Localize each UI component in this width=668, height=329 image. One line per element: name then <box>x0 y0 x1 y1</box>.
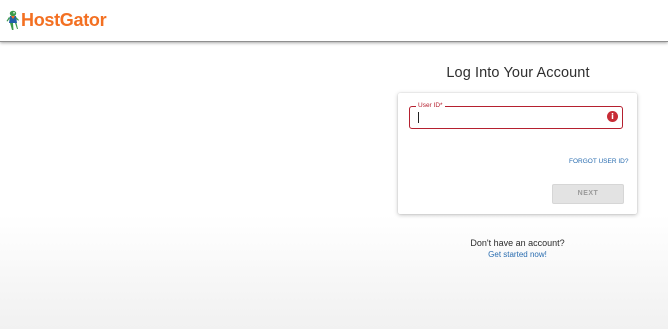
signup-section: Don't have an account? Get started now! <box>398 237 637 260</box>
site-header: HostGator <box>0 0 668 42</box>
user-id-label: User ID* <box>416 101 445 110</box>
gator-mascot-icon <box>6 10 19 30</box>
signup-prompt: Don't have an account? <box>470 238 565 248</box>
brand-name: HostGator <box>21 10 107 30</box>
hostgator-logo[interactable]: HostGator <box>5 8 107 32</box>
next-button[interactable]: NEXT <box>552 184 624 204</box>
user-id-input[interactable] <box>416 111 596 124</box>
error-info-icon: i <box>607 111 618 122</box>
page-title: Log Into Your Account <box>446 65 590 81</box>
user-id-field[interactable]: User ID* i <box>409 101 623 129</box>
login-card: User ID* i FORGOT USER ID? NEXT <box>398 93 637 214</box>
forgot-user-id-link[interactable]: FORGOT USER ID? <box>569 158 628 165</box>
text-cursor <box>418 112 419 123</box>
get-started-link[interactable]: Get started now! <box>398 249 637 260</box>
